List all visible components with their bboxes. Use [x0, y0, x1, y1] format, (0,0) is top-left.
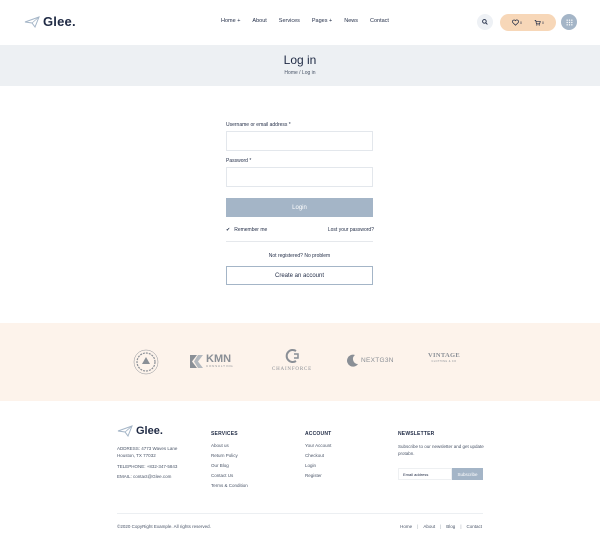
- footer-link-terms[interactable]: Terms & Condition: [211, 483, 248, 488]
- partners-strip: KMN CONSULTING CHAINFORCE NEXTG3N VINTAG…: [0, 323, 600, 401]
- nav-pages[interactable]: Pages +: [312, 18, 332, 24]
- nav-services[interactable]: Services: [279, 18, 300, 24]
- chain-icon: [285, 349, 299, 363]
- bottom-link-about[interactable]: About: [423, 524, 435, 529]
- nav-home[interactable]: Home +: [221, 18, 240, 24]
- username-label: Username or email address *: [226, 122, 291, 128]
- newsletter-title: NEWSLETTER: [398, 431, 435, 437]
- menu-grid-button[interactable]: [561, 14, 577, 30]
- paper-plane-icon: [24, 15, 40, 28]
- footer-divider: [117, 513, 483, 514]
- newsletter-email-input[interactable]: Email address: [398, 468, 452, 480]
- partner-logo-3[interactable]: CHAINFORCE: [266, 348, 318, 372]
- kmn-mark-icon: [190, 354, 203, 368]
- nav-contact[interactable]: Contact: [370, 18, 389, 24]
- footer-link-return-policy[interactable]: Return Policy: [211, 453, 238, 458]
- footer-address-line2: Houston, TX 77032: [117, 453, 156, 458]
- username-input[interactable]: [226, 131, 373, 151]
- cart-icon: [534, 20, 541, 26]
- footer-link-your-account[interactable]: Your Account: [305, 443, 331, 448]
- main-nav: Home + About Services Pages + News Conta…: [221, 18, 401, 24]
- wishlist-count: 0: [520, 20, 522, 25]
- remember-me[interactable]: ✔ Remember me: [226, 227, 267, 233]
- account-title: ACCOUNT: [305, 431, 332, 437]
- bottom-link-contact[interactable]: Contact: [466, 524, 482, 529]
- footer-link-blog[interactable]: Our Blog: [211, 463, 229, 468]
- remember-label: Remember me: [234, 227, 268, 233]
- footer-link-login[interactable]: Login: [305, 463, 316, 468]
- create-account-button[interactable]: Create an account: [226, 266, 373, 285]
- site-header: Glee. Home + About Services Pages + News…: [0, 0, 600, 45]
- separator: |: [417, 524, 419, 529]
- lost-password-link[interactable]: Lost your password?: [328, 227, 374, 233]
- check-icon[interactable]: ✔: [226, 227, 230, 233]
- moon-icon: [347, 354, 358, 367]
- divider: [226, 241, 373, 242]
- bottom-link-blog[interactable]: Blog: [446, 524, 455, 529]
- partner-sub-5: CLOTHING & CO: [431, 360, 457, 363]
- page-banner: Log in Home / Log in: [0, 45, 600, 86]
- copyright: ©2020 CopyRight Example. All rights rese…: [117, 524, 211, 529]
- badge-icon: [133, 349, 159, 375]
- partner-name-3: CHAINFORCE: [272, 367, 312, 372]
- footer-email: EMAIL: contact@Glee.com: [117, 474, 172, 479]
- footer-telephone: TELEPHONE: +832-347-5843: [117, 464, 178, 469]
- separator: |: [440, 524, 442, 529]
- partner-logo-5[interactable]: VINTAGE CLOTHING & CO: [428, 352, 460, 363]
- bottom-link-home[interactable]: Home: [400, 524, 412, 529]
- password-label: Password *: [226, 158, 252, 164]
- password-input[interactable]: [226, 167, 373, 187]
- footer-link-register[interactable]: Register: [305, 473, 322, 478]
- heart-icon: [512, 19, 519, 26]
- grid-icon: [565, 18, 573, 26]
- footer-link-contact[interactable]: Contact Us: [211, 473, 233, 478]
- services-title: SERVICES: [211, 431, 238, 437]
- footer-bottom-links: Home | About | Blog | Contact: [400, 524, 482, 529]
- subscribe-button[interactable]: Subscribe: [452, 468, 483, 480]
- footer-brand-name: Glee.: [136, 425, 163, 437]
- footer-address-line1: ADDRESS: 4773 Waves Lane: [117, 446, 178, 451]
- wishlist-indicator[interactable]: 0: [512, 19, 522, 26]
- brand-name: Glee.: [43, 14, 76, 29]
- cart-pill[interactable]: 0 0: [500, 14, 556, 31]
- not-registered-text: Not registered? No problem: [268, 253, 331, 259]
- breadcrumb[interactable]: Home / Log in: [0, 70, 600, 76]
- logo[interactable]: Glee.: [24, 14, 76, 29]
- cart-indicator[interactable]: 0: [534, 19, 544, 26]
- partner-logo-1[interactable]: [131, 347, 161, 377]
- separator: |: [460, 524, 462, 529]
- partner-name-5: VINTAGE: [428, 352, 460, 359]
- search-icon: [482, 19, 488, 25]
- nav-news[interactable]: News: [344, 18, 358, 24]
- page-title: Log in: [283, 53, 317, 67]
- partner-logo-4[interactable]: NEXTG3N: [346, 354, 394, 367]
- login-button[interactable]: Login: [226, 198, 373, 217]
- partner-sub-2: CONSULTING: [206, 364, 234, 368]
- partner-name-4: NEXTG3N: [361, 357, 394, 364]
- nav-about[interactable]: About: [252, 18, 266, 24]
- paper-plane-icon: [117, 425, 133, 437]
- footer-logo[interactable]: Glee.: [117, 425, 163, 437]
- search-button[interactable]: [477, 14, 493, 30]
- partner-name-2: KMN: [206, 353, 232, 365]
- footer-link-about[interactable]: About us: [211, 443, 229, 448]
- cart-count: 0: [542, 20, 544, 25]
- partner-logo-2[interactable]: KMN CONSULTING: [190, 354, 233, 368]
- footer-link-checkout[interactable]: Checkout: [305, 453, 324, 458]
- newsletter-text: Subscribe to our newsletter and get upda…: [398, 444, 484, 456]
